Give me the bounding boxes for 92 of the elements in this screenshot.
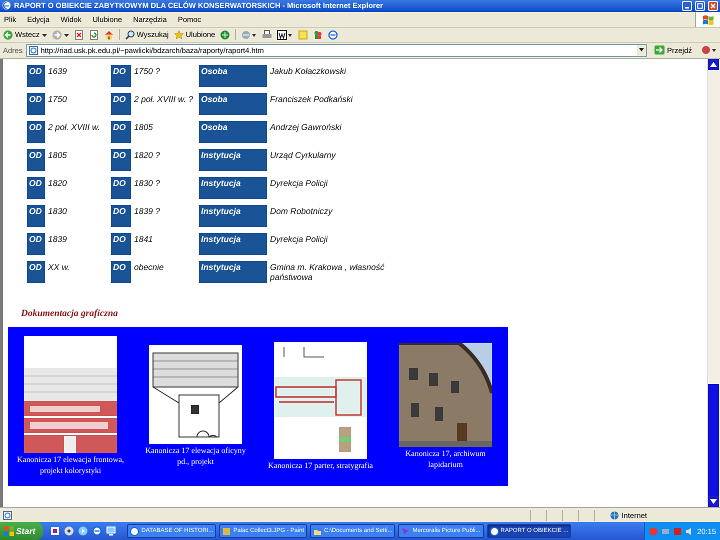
entity-name: Dyrekcja Policji — [270, 176, 329, 190]
maximize-button[interactable] — [695, 0, 705, 11]
disc-icon[interactable] — [64, 526, 74, 536]
to-date: 1841 — [134, 232, 154, 246]
from-label: OD — [27, 148, 45, 171]
maximize-icon — [697, 2, 703, 9]
from-date: 2 poł. XVIII w. — [48, 120, 101, 134]
to-date: 1820 ? — [134, 148, 161, 162]
from-label: OD — [27, 176, 45, 199]
to-date: 2 poł. XVIII w. ? — [134, 92, 194, 106]
forward-button[interactable] — [52, 30, 69, 40]
from-label: OD — [27, 120, 45, 143]
minimize-button[interactable] — [682, 0, 692, 11]
to-label: DO — [111, 148, 131, 171]
entity-name: Jakub Kołaczkowski — [270, 64, 348, 78]
flag-icon — [4, 526, 14, 536]
search-icon — [124, 30, 135, 40]
app-icon[interactable] — [50, 526, 60, 536]
page-icon — [3, 510, 12, 520]
from-date: 1639 — [48, 64, 68, 78]
messenger-icon[interactable] — [313, 30, 324, 40]
close-button[interactable] — [708, 0, 718, 11]
entity-type-label: Instytucja — [199, 176, 267, 199]
close-icon — [710, 2, 716, 9]
caret-icon — [42, 32, 47, 38]
from-date: 1820 — [48, 176, 68, 190]
links-icon[interactable] — [701, 45, 717, 56]
from-label: OD — [27, 64, 45, 87]
flag-icon — [702, 14, 714, 25]
caret-icon — [638, 48, 644, 52]
to-date: 1830 ? — [134, 176, 161, 190]
to-label: DO — [111, 120, 131, 143]
forward-arrow-icon — [52, 30, 62, 40]
entity-name: Gmina m. Krakowa , własność państwowa — [270, 260, 386, 283]
to-label: DO — [111, 92, 131, 115]
from-date: XX w. — [48, 260, 71, 274]
to-date: 1805 — [134, 120, 154, 134]
section-heading: Dokumentacja graficzna — [21, 308, 118, 319]
to-label: DO — [111, 176, 131, 199]
to-label: DO — [111, 232, 131, 255]
window-icon — [130, 526, 140, 536]
image-caption: Kanonicza 17 elewacja oficyny pd., projekt — [144, 445, 247, 468]
image-caption: Kanonicza 17, archiwum lapidarium — [404, 448, 487, 470]
back-arrow-icon — [3, 30, 13, 40]
start-button[interactable]: Start — [0, 522, 44, 540]
from-date: 1830 — [48, 204, 68, 218]
desktop-icon[interactable] — [106, 526, 116, 536]
go-arrow-icon — [654, 45, 665, 56]
to-label: DO — [111, 64, 131, 87]
printer-icon[interactable] — [262, 30, 272, 40]
entity-type-label: Osoba — [199, 64, 267, 87]
to-label: DO — [111, 204, 131, 227]
to-date: 1750 ? — [134, 64, 161, 78]
entity-name: Andrzej Gawroński — [270, 120, 342, 134]
entity-type-label: Instytucja — [199, 148, 267, 171]
scrollbar[interactable] — [707, 58, 720, 508]
image-caption: Kanonicza 17 elewacja frontowa, projekt kolorystyki — [16, 454, 126, 476]
home-icon[interactable] — [104, 30, 114, 40]
dropdown-button[interactable] — [636, 44, 646, 56]
to-date: obecnie — [134, 260, 165, 274]
from-label: OD — [27, 232, 45, 255]
scrollbar-thumb[interactable] — [708, 384, 719, 496]
globe-icon — [610, 510, 619, 520]
scroll-up-icon[interactable] — [710, 62, 717, 67]
window-icon — [222, 526, 232, 536]
from-label: OD — [27, 92, 45, 115]
entity-type-label: Instytucja — [199, 260, 267, 283]
from-date: 1750 — [48, 92, 68, 106]
entity-name: Franciszek Podkański — [270, 92, 354, 106]
entity-type-label: Instytucja — [199, 204, 267, 227]
stop-icon[interactable] — [74, 30, 84, 40]
from-date: 1805 — [48, 148, 68, 162]
entity-name: Dyrekcja Policji — [270, 232, 329, 246]
from-date: 1839 — [48, 232, 68, 246]
refresh-icon[interactable] — [88, 30, 99, 40]
entity-name: Dom Robotniczy — [270, 204, 334, 218]
caret-icon — [64, 32, 69, 38]
from-label: OD — [27, 204, 45, 227]
window-icon — [401, 526, 410, 536]
to-label: DO — [111, 260, 131, 283]
entity-type-label: Instytucja — [199, 232, 267, 255]
star-icon — [174, 30, 184, 40]
entity-type-label: Osoba — [199, 120, 267, 143]
word-editor-icon[interactable] — [277, 30, 294, 40]
scroll-down-icon[interactable] — [710, 499, 717, 504]
window-icon — [490, 526, 498, 536]
image-caption: Kanonicza 17 parter, stratygrafia — [267, 460, 374, 471]
entity-type-label: Osoba — [199, 92, 267, 115]
entity-name: Urząd Cyrkularny — [270, 148, 337, 162]
from-label: OD — [27, 260, 45, 283]
to-date: 1839 ? — [134, 204, 161, 218]
page-icon — [28, 46, 38, 55]
